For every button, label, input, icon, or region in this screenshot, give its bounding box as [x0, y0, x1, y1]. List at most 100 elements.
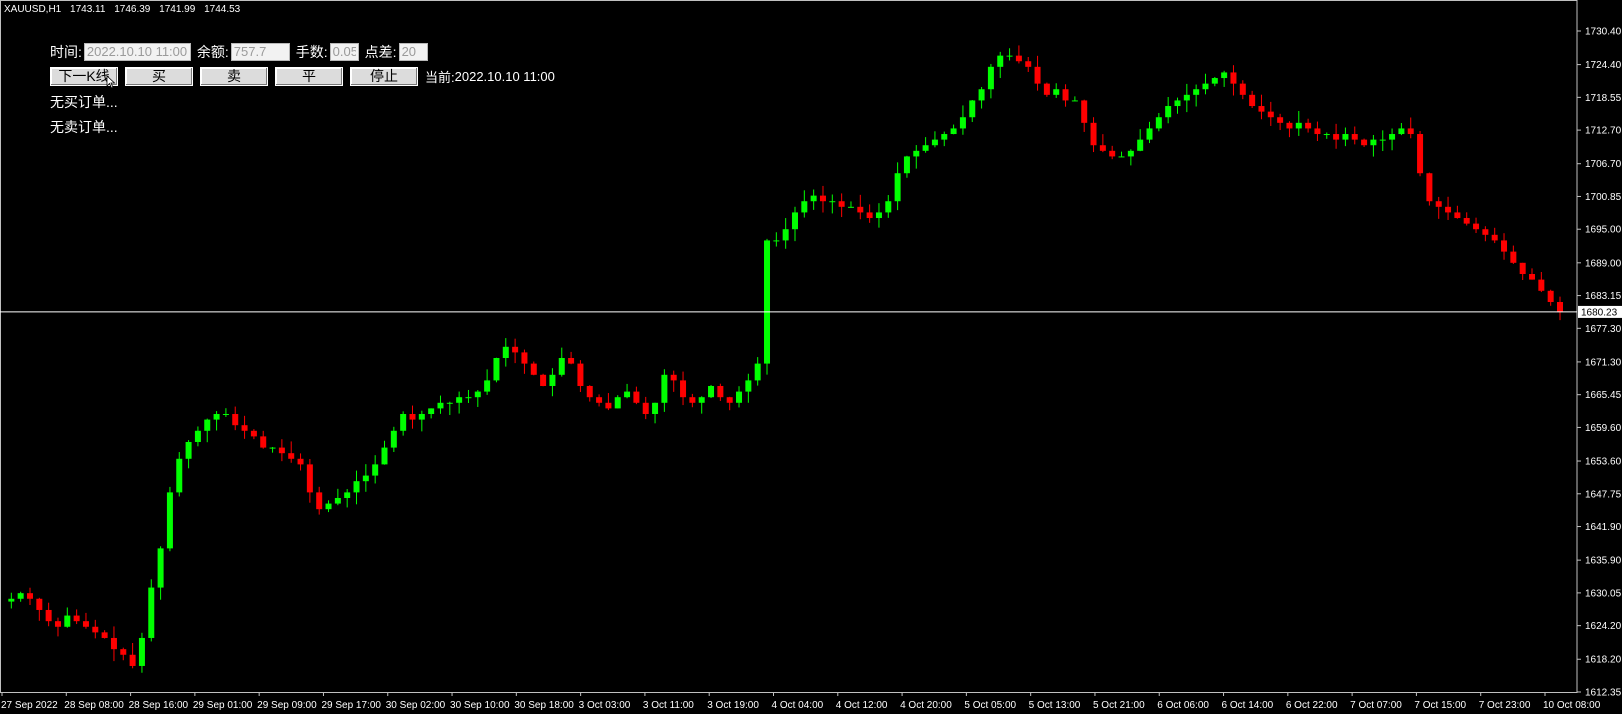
bull-candle: [922, 145, 929, 151]
bear-candle: [540, 374, 547, 386]
price-tick-label: 1712.70: [1585, 126, 1622, 137]
bear-candle: [1025, 61, 1032, 67]
bull-candle: [801, 201, 808, 213]
bull-candle: [969, 100, 976, 118]
lots-label: 手数:: [295, 44, 328, 60]
time-tick-label: 3 Oct 19:00: [707, 700, 759, 711]
bear-candle: [288, 453, 295, 459]
bull-candle: [334, 497, 341, 504]
bull-candle: [614, 397, 621, 409]
bear-candle: [605, 402, 612, 409]
chart-frame: [0, 0, 1578, 693]
bull-candle: [204, 419, 211, 431]
bear-candle: [1062, 89, 1069, 101]
bull-candle: [1211, 78, 1218, 84]
bear-candle: [1557, 302, 1563, 312]
time-label: 时间:: [50, 44, 82, 60]
open-price: 1743.11: [70, 4, 106, 15]
bull-candle: [782, 229, 789, 241]
bull-candle: [194, 430, 201, 442]
bull-candle: [1155, 117, 1162, 129]
price-tick-label: 1718.55: [1585, 93, 1622, 104]
bull-candle: [931, 139, 938, 146]
bull-candle: [1398, 128, 1405, 135]
bear-candle: [1333, 134, 1340, 140]
bull-candle: [1183, 94, 1190, 101]
time-input[interactable]: [83, 43, 191, 61]
price-tick-label: 1630.05: [1585, 588, 1622, 599]
bear-candle: [1015, 55, 1022, 62]
bull-candle: [418, 413, 425, 420]
bear-candle: [1501, 240, 1508, 252]
bull-candle: [549, 374, 556, 386]
price-tick-label: 1659.60: [1585, 423, 1622, 434]
bear-candle: [1463, 218, 1470, 224]
price-tick-label: 1641.90: [1585, 522, 1622, 533]
bull-candle: [1295, 122, 1302, 129]
close-position-button[interactable]: 平: [275, 67, 343, 86]
mouse-pointer-icon: [106, 75, 116, 89]
bear-candle: [297, 458, 304, 465]
bull-candle: [166, 492, 173, 549]
price-tick-label: 1724.40: [1585, 60, 1622, 71]
bull-candle: [17, 593, 24, 599]
bear-candle: [1230, 72, 1237, 84]
bull-candle: [754, 363, 761, 381]
time-tick-label: 6 Oct 06:00: [1157, 700, 1209, 711]
bull-candle: [446, 402, 453, 404]
spread-input[interactable]: [398, 43, 428, 61]
lots-input[interactable]: [329, 43, 359, 61]
sell-orders-status: 无卖订单...: [50, 119, 118, 135]
price-tick-label: 1618.20: [1585, 655, 1622, 666]
next-bar-button[interactable]: 下一K线: [50, 67, 118, 89]
bear-candle: [680, 380, 687, 398]
bear-candle: [1473, 223, 1480, 230]
close-position-label: 平: [302, 68, 316, 84]
bull-candle: [661, 374, 668, 403]
price-tick-label: 1612.35: [1585, 688, 1622, 699]
bull-candle: [8, 598, 15, 602]
low-price: 1741.99: [159, 4, 196, 15]
bull-candle: [400, 413, 407, 431]
bull-candle: [222, 413, 229, 415]
bear-candle: [568, 358, 575, 364]
bear-candle: [577, 363, 584, 386]
bear-candle: [1491, 234, 1498, 241]
bear-candle: [1043, 83, 1050, 95]
price-tick-label: 1689.00: [1585, 258, 1622, 269]
time-tick-label: 28 Sep 08:00: [64, 700, 124, 711]
bull-candle: [1146, 128, 1153, 140]
control-panel-inputs: 时间: 余额: 手数: 点差:: [50, 42, 434, 62]
price-tick-label: 1695.00: [1585, 225, 1622, 236]
bear-candle: [1510, 251, 1517, 263]
bear-candle: [596, 397, 603, 403]
bear-candle: [866, 212, 873, 219]
bear-candle: [530, 363, 537, 375]
bear-candle: [1109, 150, 1116, 157]
bear-candle: [1314, 128, 1321, 135]
time-tick-label: 3 Oct 03:00: [579, 700, 631, 711]
bull-candle: [1323, 134, 1330, 136]
bear-candle: [670, 374, 677, 381]
stop-button[interactable]: 停止: [350, 67, 418, 86]
bull-candle: [456, 397, 463, 403]
bear-candle: [857, 206, 864, 213]
time-tick-label: 28 Sep 16:00: [129, 700, 189, 711]
bear-candle: [726, 397, 733, 403]
bull-candle: [941, 134, 948, 140]
bear-candle: [1351, 134, 1358, 140]
bull-candle: [847, 206, 854, 208]
high-price: 1746.39: [114, 4, 151, 15]
balance-input[interactable]: [230, 43, 290, 61]
bull-candle: [1370, 139, 1377, 146]
bull-candle: [978, 89, 985, 101]
bull-candle: [148, 587, 155, 638]
bull-candle: [372, 464, 379, 476]
bull-candle: [1174, 100, 1181, 107]
bull-candle: [1379, 139, 1386, 141]
candles-layer: [8, 45, 1563, 673]
sell-button[interactable]: 卖: [200, 67, 268, 86]
bull-candle: [829, 201, 836, 203]
time-tick-label: 27 Sep 2022: [1, 700, 58, 711]
buy-button[interactable]: 买: [125, 67, 193, 86]
